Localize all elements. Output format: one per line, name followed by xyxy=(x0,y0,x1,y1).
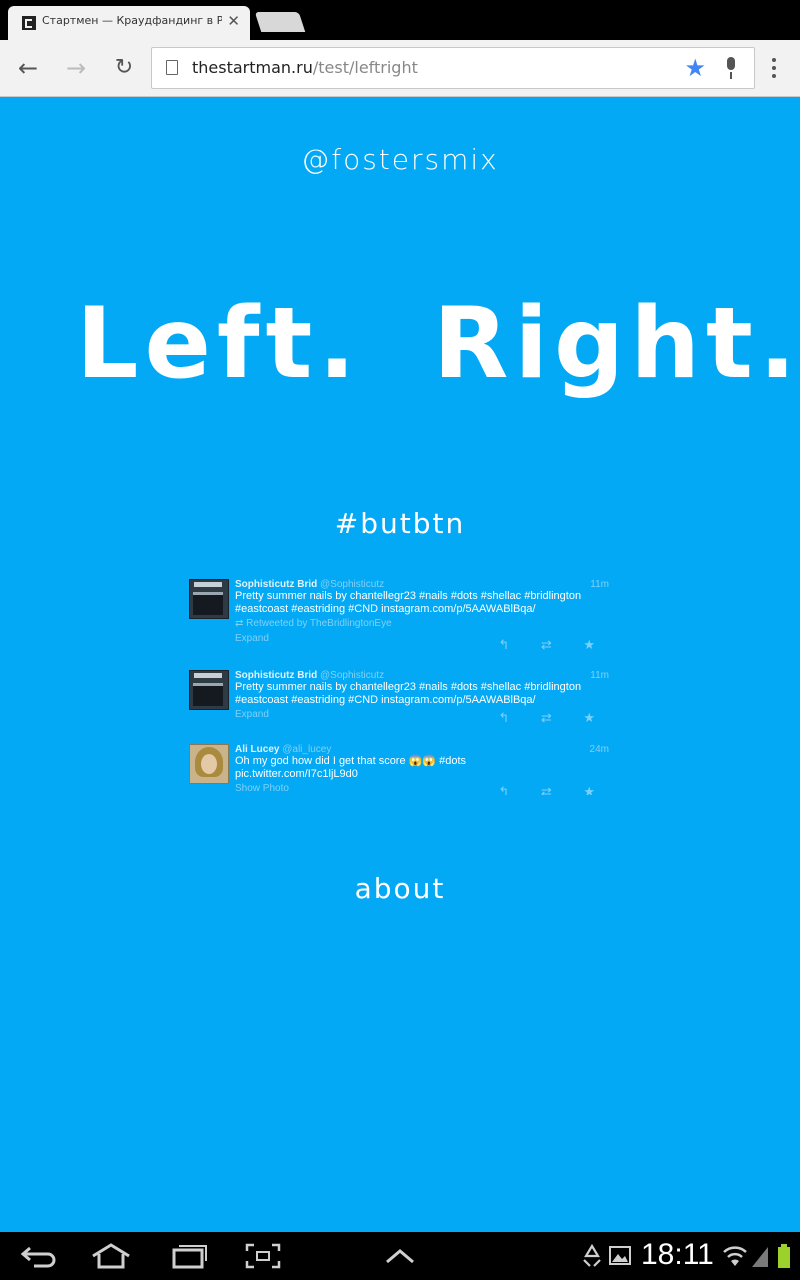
system-navigation-bar: 18:11 xyxy=(0,1232,800,1280)
tweet-screen-name: @Sophisticutz xyxy=(320,670,385,681)
tweet[interactable]: Ali Lucey @ali_lucey 24m Oh my god how d… xyxy=(188,744,612,795)
reload-button[interactable]: ↻ xyxy=(110,54,138,82)
tab-strip: Стартмен — Краудфандинг в Р ✕ xyxy=(0,0,800,40)
avatar[interactable] xyxy=(189,744,229,784)
recent-apps-icon[interactable] xyxy=(170,1242,208,1270)
retweeted-by: ⇄ Retweeted by TheBridlingtonEye xyxy=(235,618,392,629)
home-nav-icon[interactable] xyxy=(90,1242,132,1270)
browser-toolbar: ← → ↻ thestartman.ru/test/leftright ★ xyxy=(0,40,800,97)
twitter-timeline-widget[interactable]: Sophisticutz Brid @Sophisticutz 11m Pret… xyxy=(188,579,612,795)
url-domain: thestartman.ru xyxy=(192,58,313,77)
tweet-time[interactable]: 24m xyxy=(590,744,609,755)
screenshot-icon[interactable] xyxy=(244,1242,282,1270)
forward-button[interactable]: → xyxy=(62,54,90,82)
microphone-icon[interactable] xyxy=(722,57,742,79)
new-tab-button[interactable] xyxy=(254,12,306,32)
tweet-text: Pretty summer nails by chantellegr23 #na… xyxy=(235,590,582,615)
address-bar[interactable]: thestartman.ru/test/leftright ★ xyxy=(151,47,755,89)
overflow-menu-icon[interactable] xyxy=(772,58,778,80)
back-nav-icon[interactable] xyxy=(20,1242,58,1270)
tweet-text: Pretty summer nails by chantellegr23 #na… xyxy=(235,681,582,706)
url-path: /test/leftright xyxy=(312,58,418,77)
left-heading: Left. xyxy=(76,287,362,401)
wifi-icon xyxy=(723,1246,747,1266)
tweet-actions[interactable]: ↰ ⇄ ★ xyxy=(498,784,609,795)
browser-tab[interactable]: Стартмен — Краудфандинг в Р ✕ xyxy=(8,6,250,40)
tweet[interactable]: Sophisticutz Brid @Sophisticutz 11m Pret… xyxy=(188,670,612,744)
tab-title: Стартмен — Краудфандинг в Р xyxy=(42,14,222,27)
tweet-author[interactable]: Ali Lucey @ali_lucey xyxy=(235,744,609,755)
avatar[interactable] xyxy=(189,579,229,619)
hashtag-heading[interactable]: #butbtn xyxy=(0,507,800,540)
tweet-time[interactable]: 11m xyxy=(590,670,609,681)
tweet-author-name: Sophisticutz Brid xyxy=(235,670,318,681)
twitter-handle-link[interactable]: @fostersmix xyxy=(0,143,800,176)
tweet-author-name: Ali Lucey xyxy=(235,744,280,755)
tab-close-icon[interactable]: ✕ xyxy=(227,12,240,30)
url-text[interactable]: thestartman.ru/test/leftright xyxy=(192,58,418,77)
page-icon xyxy=(166,60,178,75)
page-content: @fostersmix Left. Right. #butbtn Sophist… xyxy=(0,97,800,1232)
tweet[interactable]: Sophisticutz Brid @Sophisticutz 11m Pret… xyxy=(188,579,612,669)
signal-icon xyxy=(752,1247,768,1267)
tweet-actions[interactable]: ↰ ⇄ ★ xyxy=(498,637,609,653)
bookmark-star-icon[interactable]: ★ xyxy=(684,54,706,82)
avatar[interactable] xyxy=(189,670,229,710)
about-link[interactable]: about xyxy=(0,872,800,905)
tweet-author[interactable]: Sophisticutz Brid @Sophisticutz xyxy=(235,670,609,681)
tweet-author-name: Sophisticutz Brid xyxy=(235,579,318,590)
status-clock: 18:11 xyxy=(641,1238,714,1271)
back-button[interactable]: ← xyxy=(14,54,42,82)
image-notification-icon xyxy=(609,1246,631,1265)
tweet-time[interactable]: 11m xyxy=(590,579,609,590)
recycle-icon xyxy=(583,1243,601,1267)
battery-icon xyxy=(778,1244,790,1268)
chevron-up-icon[interactable] xyxy=(384,1242,416,1270)
tweet-text: Oh my god how did I get that score 😱😱 #d… xyxy=(235,755,467,780)
retweeted-by-text: Retweeted by TheBridlingtonEye xyxy=(246,618,392,629)
tweet-screen-name: @ali_lucey xyxy=(282,744,332,755)
tweet-author[interactable]: Sophisticutz Brid @Sophisticutz xyxy=(235,579,609,590)
site-favicon-icon xyxy=(22,16,36,30)
tweet-screen-name: @Sophisticutz xyxy=(320,579,385,590)
right-heading: Right. xyxy=(433,287,800,401)
tweet-actions[interactable]: ↰ ⇄ ★ xyxy=(498,710,609,726)
